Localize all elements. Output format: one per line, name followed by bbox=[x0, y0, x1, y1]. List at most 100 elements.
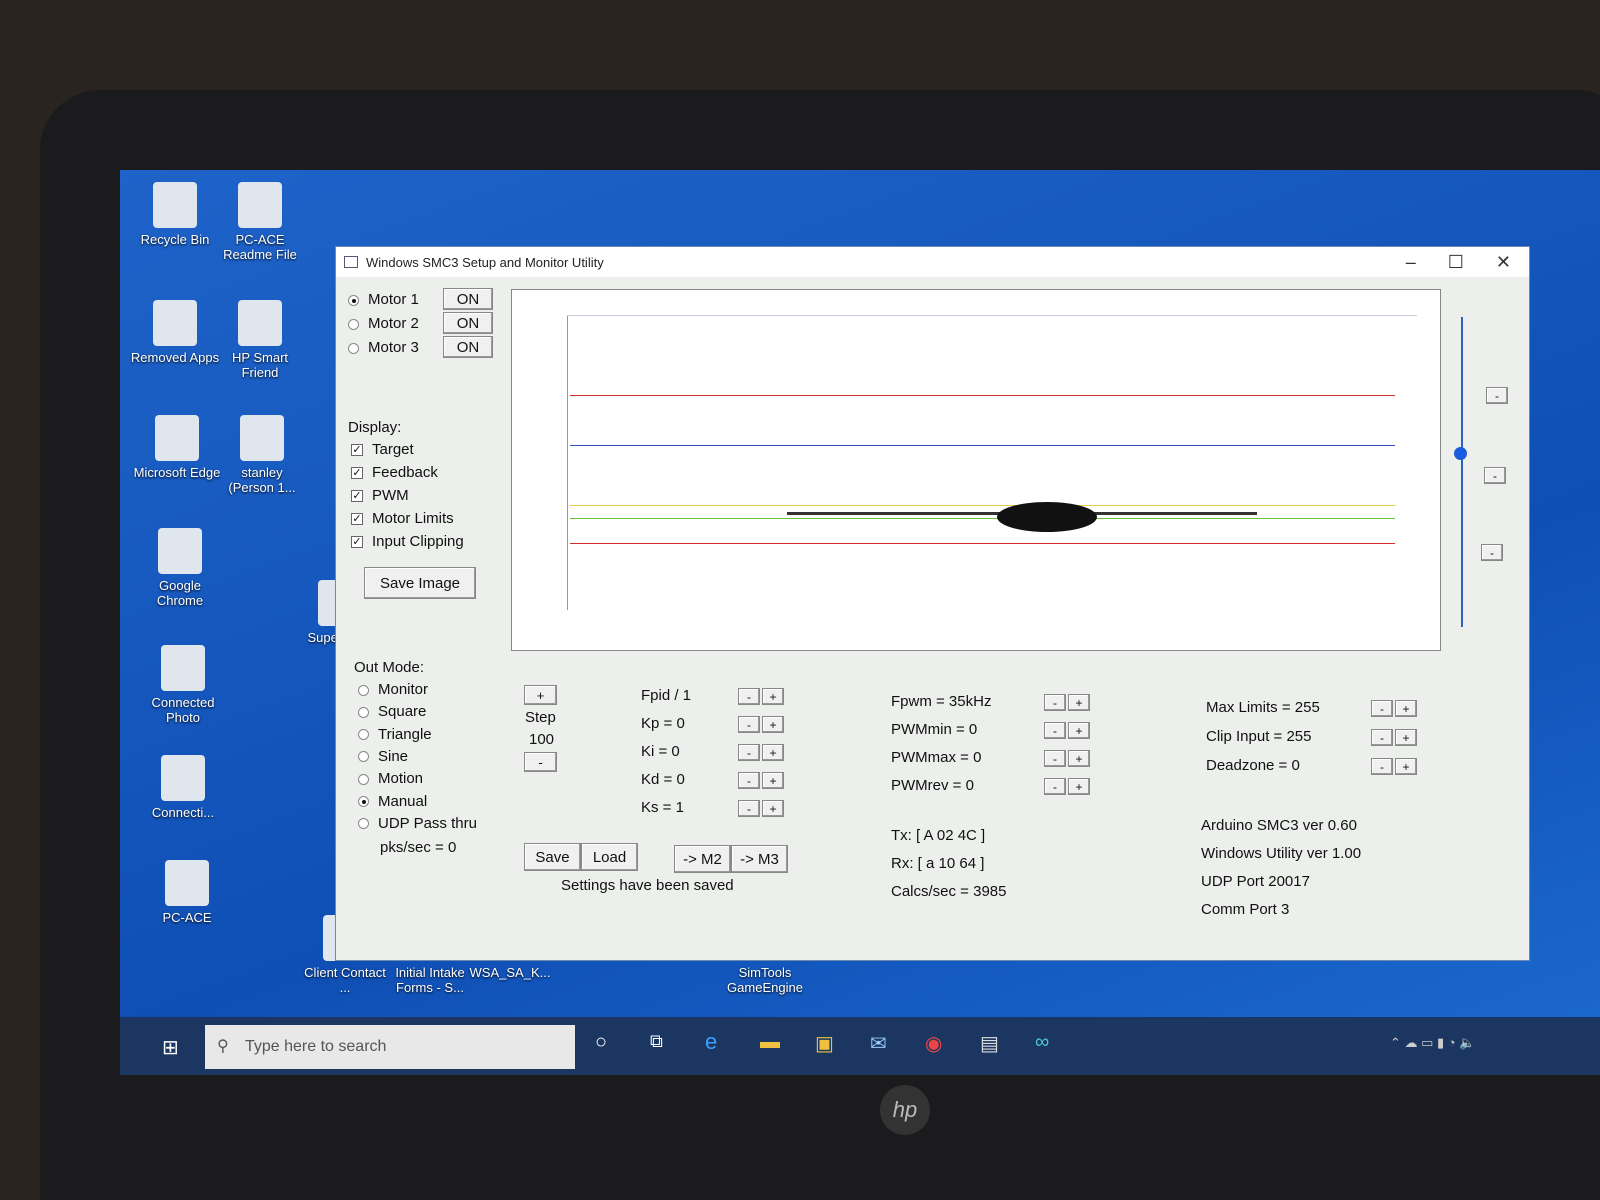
slider-minus-button-2[interactable]: - bbox=[1484, 467, 1506, 484]
smc3-taskbar-icon[interactable]: ▤ bbox=[980, 1031, 999, 1056]
pid-label-2: Ki = 0 bbox=[641, 743, 680, 760]
desktop-icon[interactable]: Microsoft Edge bbox=[132, 415, 222, 480]
desktop-icon-label: Connected Photo bbox=[151, 695, 215, 725]
pwm-0-plus-button[interactable]: + bbox=[1068, 694, 1090, 711]
out-mode-radio-3[interactable]: Sine bbox=[358, 748, 408, 765]
display-checkbox-3[interactable]: ✓ Motor Limits bbox=[351, 510, 454, 527]
minimize-icon[interactable]: – bbox=[1406, 252, 1416, 273]
desktop-icon[interactable]: Connected Photo bbox=[138, 645, 228, 725]
radio-label: Sine bbox=[378, 747, 409, 765]
store-icon[interactable]: ▣ bbox=[815, 1031, 834, 1056]
limits-0-plus-button[interactable]: + bbox=[1395, 700, 1417, 717]
pid-3-minus-button[interactable]: - bbox=[738, 772, 760, 789]
desktop-icon[interactable]: Removed Apps bbox=[130, 300, 220, 365]
pwm-0-minus-button[interactable]: - bbox=[1044, 694, 1066, 711]
motor-2-on-button[interactable]: ON bbox=[443, 312, 493, 334]
motor-radio-2[interactable]: Motor 2 bbox=[348, 315, 419, 332]
mail-icon[interactable]: ✉ bbox=[870, 1031, 887, 1056]
checkbox-icon: ✓ bbox=[351, 536, 363, 549]
out-mode-radio-1[interactable]: Square bbox=[358, 703, 426, 720]
pwm-2-minus-button[interactable]: - bbox=[1044, 750, 1066, 767]
pid-1-minus-button[interactable]: - bbox=[738, 716, 760, 733]
save-button[interactable]: Save bbox=[524, 843, 581, 871]
desktop-icon[interactable]: PC-ACE Readme File bbox=[215, 182, 305, 262]
slider-minus-button-1[interactable]: - bbox=[1486, 387, 1508, 404]
desktop-icon-label: PC-ACE bbox=[162, 910, 212, 925]
pid-2-minus-button[interactable]: - bbox=[738, 744, 760, 761]
radio-icon bbox=[358, 751, 369, 763]
task-view-icon[interactable]: ⧉ bbox=[650, 1031, 663, 1052]
motor-1-on-button[interactable]: ON bbox=[443, 288, 493, 310]
desktop-icon[interactable]: Connecti... bbox=[138, 755, 228, 820]
limits-0-minus-button[interactable]: - bbox=[1371, 700, 1393, 717]
motor-radio-1[interactable]: Motor 1 bbox=[348, 291, 419, 308]
copy-to-m3-button[interactable]: -> M3 bbox=[731, 845, 788, 873]
motor-3-on-button[interactable]: ON bbox=[443, 336, 493, 358]
desktop-icon-label: Recycle Bin bbox=[140, 232, 210, 247]
desktop-icon[interactable]: Recycle Bin bbox=[130, 182, 220, 247]
motor-label: Motor 2 bbox=[368, 315, 419, 332]
load-button[interactable]: Load bbox=[581, 843, 638, 871]
pid-2-plus-button[interactable]: + bbox=[762, 744, 784, 761]
out-mode-radio-4[interactable]: Motion bbox=[358, 770, 423, 787]
vertical-slider-thumb[interactable] bbox=[1454, 447, 1467, 460]
windows-start-icon[interactable]: ⊞ bbox=[162, 1035, 179, 1060]
out-mode-radio-6[interactable]: UDP Pass thru bbox=[358, 815, 477, 832]
radio-label: UDP Pass thru bbox=[378, 814, 477, 832]
desktop-icon[interactable]: stanley (Person 1... bbox=[217, 415, 307, 495]
motor-radio-3[interactable]: Motor 3 bbox=[348, 339, 419, 356]
pid-label-3: Kd = 0 bbox=[641, 771, 685, 788]
pwm-1-minus-button[interactable]: - bbox=[1044, 722, 1066, 739]
cortana-icon[interactable]: ○ bbox=[595, 1031, 607, 1054]
desktop-icon[interactable]: Google Chrome bbox=[135, 528, 225, 608]
step-plus-button[interactable]: + bbox=[524, 685, 557, 705]
pks-per-sec: pks/sec = 0 bbox=[380, 839, 457, 856]
out-mode-radio-2[interactable]: Triangle bbox=[358, 726, 432, 743]
limits-2-minus-button[interactable]: - bbox=[1371, 758, 1393, 775]
radio-label: Motion bbox=[378, 770, 424, 788]
pwm-3-plus-button[interactable]: + bbox=[1068, 778, 1090, 795]
desktop-icon[interactable]: PC-ACE bbox=[142, 860, 232, 925]
pid-0-minus-button[interactable]: - bbox=[738, 688, 760, 705]
desktop-icon-image bbox=[165, 860, 209, 906]
checkbox-label: Motor Limits bbox=[372, 510, 454, 527]
desktop-icon[interactable]: HP Smart Friend bbox=[215, 300, 305, 380]
copy-to-m2-button[interactable]: -> M2 bbox=[674, 845, 731, 873]
chrome-taskbar-icon[interactable]: ◉ bbox=[925, 1031, 942, 1056]
plot-axis bbox=[567, 315, 568, 610]
save-image-button[interactable]: Save Image bbox=[364, 567, 476, 599]
limits-1-plus-button[interactable]: + bbox=[1395, 729, 1417, 746]
taskbar-search[interactable]: ⚲ Type here to search bbox=[205, 1025, 575, 1069]
out-mode-heading: Out Mode: bbox=[354, 659, 425, 676]
pwm-1-plus-button[interactable]: + bbox=[1068, 722, 1090, 739]
vertical-slider-track[interactable] bbox=[1461, 317, 1463, 627]
out-mode-radio-5[interactable]: Manual bbox=[358, 793, 427, 810]
display-checkbox-0[interactable]: ✓ Target bbox=[351, 441, 414, 458]
status-message: Settings have been saved bbox=[561, 877, 734, 894]
out-mode-radio-0[interactable]: Monitor bbox=[358, 681, 428, 698]
step-minus-button[interactable]: - bbox=[524, 752, 557, 772]
system-tray-icons[interactable]: ⌃ ☁ ▭ ▮ ◔ 🔈 bbox=[1390, 1035, 1475, 1051]
arduino-taskbar-icon[interactable]: ∞ bbox=[1035, 1031, 1049, 1054]
display-checkbox-4[interactable]: ✓ Input Clipping bbox=[351, 533, 464, 550]
display-checkbox-1[interactable]: ✓ Feedback bbox=[351, 464, 438, 481]
display-checkbox-2[interactable]: ✓ PWM bbox=[351, 487, 409, 504]
limits-2-plus-button[interactable]: + bbox=[1395, 758, 1417, 775]
pid-0-plus-button[interactable]: + bbox=[762, 688, 784, 705]
slider-minus-button-3[interactable]: - bbox=[1481, 544, 1503, 561]
pid-4-minus-button[interactable]: - bbox=[738, 800, 760, 817]
pid-1-plus-button[interactable]: + bbox=[762, 716, 784, 733]
pid-3-plus-button[interactable]: + bbox=[762, 772, 784, 789]
feedback-blob bbox=[997, 502, 1097, 532]
pwm-2-plus-button[interactable]: + bbox=[1068, 750, 1090, 767]
limits-1-minus-button[interactable]: - bbox=[1371, 729, 1393, 746]
edge-taskbar-icon[interactable]: e bbox=[705, 1029, 717, 1055]
title-bar: Windows SMC3 Setup and Monitor Utility –… bbox=[336, 247, 1529, 277]
desktop-icon-image bbox=[238, 300, 282, 346]
pid-4-plus-button[interactable]: + bbox=[762, 800, 784, 817]
file-explorer-icon[interactable]: ▬ bbox=[760, 1031, 780, 1054]
maximize-icon[interactable]: ☐ bbox=[1448, 252, 1464, 273]
close-icon[interactable]: ✕ bbox=[1496, 252, 1511, 273]
radio-icon bbox=[348, 318, 359, 330]
pwm-3-minus-button[interactable]: - bbox=[1044, 778, 1066, 795]
